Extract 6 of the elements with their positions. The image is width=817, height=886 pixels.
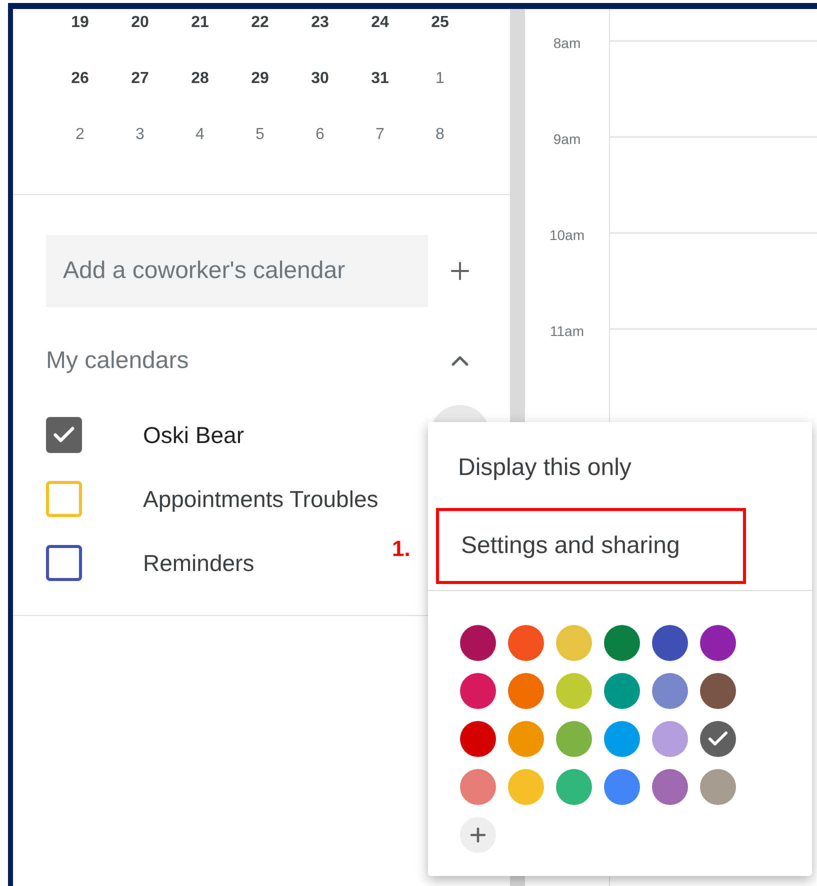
time-label: 11am: [550, 322, 584, 341]
time-label: 9am: [553, 130, 581, 149]
section-title: My calendars: [46, 346, 190, 376]
time-label: 8am: [553, 34, 581, 53]
time-label: 10am: [549, 226, 585, 245]
step-number: 1.: [392, 535, 410, 563]
